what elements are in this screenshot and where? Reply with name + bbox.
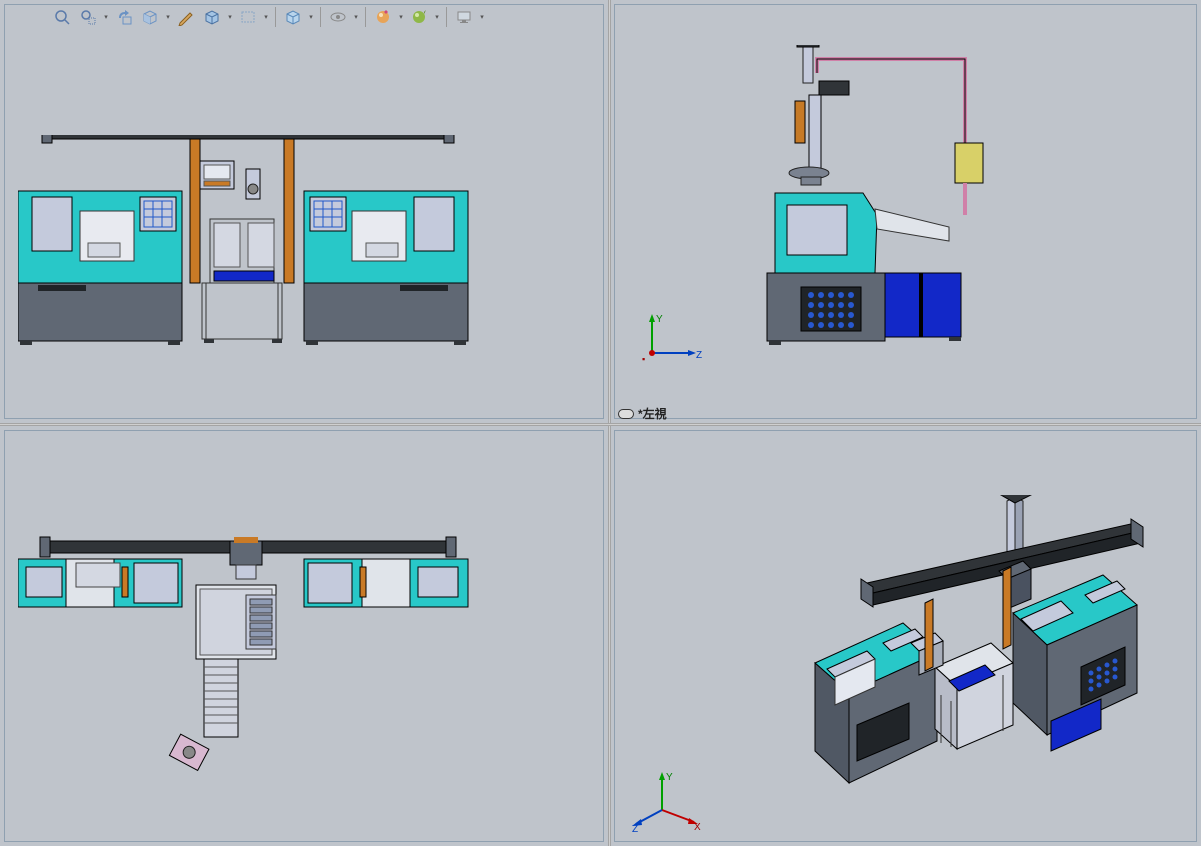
toolbar-separator <box>275 7 276 27</box>
axis-x-label: ▪ <box>642 354 645 364</box>
toolbar-separator <box>446 7 447 27</box>
cube-icon[interactable] <box>281 6 305 28</box>
machine-top-view <box>18 525 478 785</box>
triad-xyz[interactable]: Y X Z <box>632 770 692 830</box>
display-style-icon[interactable] <box>200 6 224 28</box>
view-label-left[interactable]: *左視 <box>618 405 667 422</box>
hide-dropdown[interactable]: ▾ <box>262 13 270 21</box>
screen-dropdown[interactable]: ▾ <box>478 13 486 21</box>
viewport-divider-horizontal[interactable] <box>0 423 1201 426</box>
section-view-icon[interactable] <box>138 6 162 28</box>
toolbar-separator <box>320 7 321 27</box>
axis-z-label: Z <box>632 824 638 835</box>
zoom-area-icon[interactable] <box>76 6 100 28</box>
appearance-dropdown[interactable]: ▾ <box>397 13 405 21</box>
prev-view-icon[interactable] <box>112 6 136 28</box>
cube-dropdown[interactable]: ▾ <box>307 13 315 21</box>
axis-x-label: X <box>694 822 701 833</box>
machine-iso-view <box>785 495 1155 795</box>
appearance-icon[interactable] <box>371 6 395 28</box>
toolbar-separator <box>365 7 366 27</box>
scene-icon[interactable] <box>407 6 431 28</box>
view-name-text: *左視 <box>638 405 667 422</box>
section-dropdown[interactable]: ▾ <box>164 13 172 21</box>
eye-icon[interactable] <box>326 6 350 28</box>
axis-y-label: Y <box>656 314 663 325</box>
axis-z-label: Z <box>696 350 702 361</box>
zoom-fit-icon[interactable] <box>50 6 74 28</box>
display-dropdown[interactable]: ▾ <box>226 13 234 21</box>
machine-left-view <box>765 45 1050 345</box>
triad-yz[interactable]: Y Z ▪ <box>640 310 700 370</box>
zoom-dropdown[interactable]: ▾ <box>102 13 110 21</box>
dynamic-zoom-icon[interactable] <box>174 6 198 28</box>
screen-icon[interactable] <box>452 6 476 28</box>
machine-front-view <box>18 135 478 345</box>
view-toolbar: ▾ ▾ ▾ ▾ ▾ ▾ ▾ ▾ ▾ <box>50 6 486 28</box>
axis-y-label: Y <box>666 772 673 783</box>
eye-dropdown[interactable]: ▾ <box>352 13 360 21</box>
pill-icon <box>618 409 634 419</box>
scene-dropdown[interactable]: ▾ <box>433 13 441 21</box>
hide-show-icon[interactable] <box>236 6 260 28</box>
